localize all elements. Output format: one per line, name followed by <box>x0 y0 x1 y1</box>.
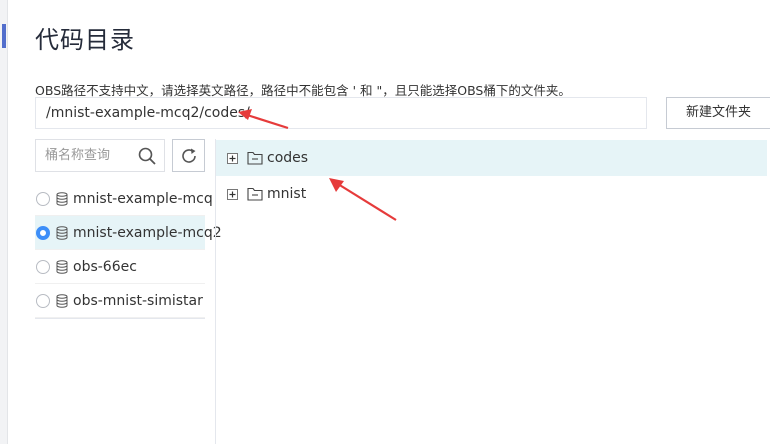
bucket-radio[interactable] <box>36 259 50 274</box>
bucket-radio[interactable] <box>36 191 50 206</box>
bucket-list-bottom-border <box>35 318 205 319</box>
search-icon[interactable] <box>138 147 156 165</box>
bucket-database-icon <box>56 225 68 240</box>
bucket-item-mnist-example-mcq2[interactable]: mnist-example-mcq2 <box>35 216 222 250</box>
refresh-icon <box>182 148 196 163</box>
bucket-search-input[interactable] <box>36 140 132 171</box>
bucket-search-box <box>35 139 165 172</box>
expand-plus-icon[interactable] <box>227 152 238 164</box>
bucket-name: mnist-example-mcq2 <box>73 224 222 241</box>
bucket-radio[interactable] <box>36 293 50 308</box>
refresh-button[interactable] <box>172 139 205 172</box>
bucket-database-icon <box>56 293 68 308</box>
bucket-item-obs-mnist-simistar[interactable]: obs-mnist-simistar <box>35 284 205 318</box>
folder-icon <box>247 187 263 201</box>
new-folder-button[interactable]: 新建文件夹 <box>666 97 770 129</box>
expand-plus-icon[interactable] <box>227 188 238 200</box>
bucket-item-obs-66ec[interactable]: obs-66ec <box>35 250 205 284</box>
folder-name: mnist <box>267 186 307 202</box>
folder-tree: codes mnist <box>216 140 767 212</box>
bucket-database-icon <box>56 259 68 274</box>
selected-path-field[interactable]: /mnist-example-mcq2/codes/ <box>35 97 647 129</box>
bucket-radio-checked[interactable] <box>36 225 50 240</box>
bucket-name: obs-66ec <box>73 258 137 275</box>
folder-name: codes <box>267 150 309 166</box>
bucket-list: mnist-example-mcq mnist-example-mcq2 obs… <box>35 182 222 318</box>
background-accent <box>2 24 6 48</box>
folder-row-mnist[interactable]: mnist <box>216 176 767 212</box>
bucket-database-icon <box>56 191 68 206</box>
dialog-title: 代码目录 <box>35 26 135 54</box>
bucket-name: obs-mnist-simistar <box>73 292 203 309</box>
folder-row-codes[interactable]: codes <box>216 140 767 176</box>
folder-icon <box>247 151 263 165</box>
bucket-name: mnist-example-mcq <box>73 190 213 207</box>
background-page-edge <box>0 0 8 444</box>
bucket-item-mnist-example-mcq[interactable]: mnist-example-mcq <box>35 182 213 216</box>
